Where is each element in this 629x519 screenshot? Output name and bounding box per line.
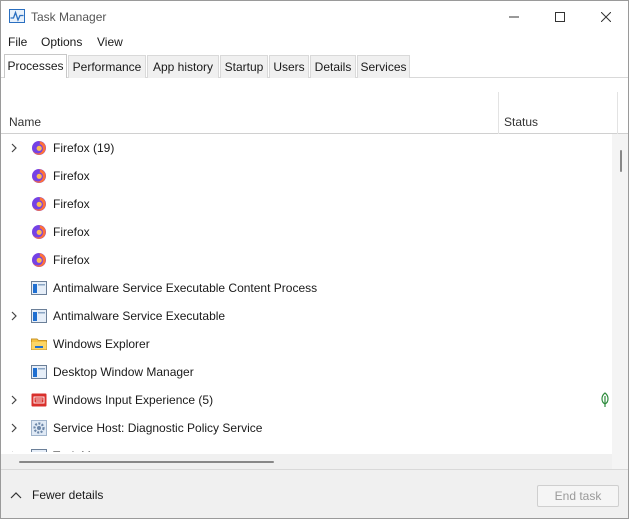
vertical-scrollbar[interactable] xyxy=(612,134,628,454)
process-name: Antimalware Service Executable xyxy=(53,309,226,323)
column-header-name[interactable]: Name xyxy=(9,115,41,129)
end-task-button[interactable]: End task xyxy=(537,485,619,507)
process-name: Firefox xyxy=(53,225,90,239)
chevron-right-icon[interactable] xyxy=(9,310,19,322)
column-header: Name Status xyxy=(1,92,628,134)
firefox-icon xyxy=(31,140,47,156)
title-bar[interactable]: Task Manager xyxy=(1,1,628,33)
chevron-right-icon[interactable] xyxy=(9,394,19,406)
process-row[interactable]: Firefox xyxy=(1,218,612,246)
process-row[interactable]: Desktop Window Manager xyxy=(1,358,612,386)
chevron-right-icon[interactable] xyxy=(9,450,19,452)
menu-options[interactable]: Options xyxy=(41,35,82,49)
fewer-details-label: Fewer details xyxy=(32,488,104,502)
process-name: Windows Input Experience (5) xyxy=(53,393,214,407)
gear-icon xyxy=(31,420,47,436)
service-window-icon xyxy=(31,308,47,324)
maximize-icon xyxy=(555,11,565,22)
horizontal-scrollbar[interactable] xyxy=(1,454,612,469)
tab-app-history[interactable]: App history xyxy=(147,55,219,78)
process-row[interactable]: Task Manager xyxy=(1,442,612,452)
service-window-icon xyxy=(31,364,47,380)
process-name: Windows Explorer xyxy=(53,337,150,351)
column-header-status[interactable]: Status xyxy=(504,115,538,129)
tab-startup[interactable]: Startup xyxy=(220,55,268,78)
menu-bar: File Options View xyxy=(1,33,628,53)
window-title: Task Manager xyxy=(31,10,107,24)
firefox-icon xyxy=(31,168,47,184)
tab-processes[interactable]: Processes xyxy=(4,54,67,78)
process-name: Service Host: Diagnostic Policy Service xyxy=(53,421,263,435)
tab-users[interactable]: Users xyxy=(269,55,309,78)
process-row[interactable]: Firefox xyxy=(1,246,612,274)
tab-performance[interactable]: Performance xyxy=(68,55,146,78)
chevron-right-icon[interactable] xyxy=(9,142,19,154)
horizontal-scroll-thumb[interactable] xyxy=(19,461,274,463)
tab-services[interactable]: Services xyxy=(357,55,410,78)
process-name: Task Manager xyxy=(53,449,128,452)
process-row[interactable]: Windows Explorer xyxy=(1,330,612,358)
task-manager-window: Task Manager File Options View Processes… xyxy=(0,0,629,519)
process-row[interactable]: Antimalware Service Executable Content P… xyxy=(1,274,612,302)
maximize-button[interactable] xyxy=(537,1,583,32)
firefox-icon xyxy=(31,224,47,240)
process-name: Firefox (19) xyxy=(53,141,115,155)
process-name: Antimalware Service Executable Content P… xyxy=(53,281,318,295)
tab-strip: Processes Performance App history Startu… xyxy=(1,54,628,78)
process-row[interactable]: Firefox (19) xyxy=(1,134,612,162)
close-button[interactable] xyxy=(583,1,628,32)
process-row[interactable]: Firefox xyxy=(1,190,612,218)
fewer-details-button[interactable]: Fewer details xyxy=(10,488,103,502)
folder-icon xyxy=(31,336,47,352)
service-window-icon xyxy=(31,448,47,452)
keyboard-icon xyxy=(31,392,47,408)
efficiency-leaf-icon xyxy=(599,392,611,408)
chevron-right-icon[interactable] xyxy=(9,422,19,434)
process-name: Desktop Window Manager xyxy=(53,365,194,379)
close-icon xyxy=(601,11,611,22)
firefox-icon xyxy=(31,252,47,268)
chevron-up-icon xyxy=(10,492,22,499)
minimize-button[interactable] xyxy=(491,1,537,32)
column-divider[interactable] xyxy=(617,92,618,134)
menu-view[interactable]: View xyxy=(97,35,123,49)
service-window-icon xyxy=(31,280,47,296)
minimize-icon xyxy=(509,16,519,17)
process-name: Firefox xyxy=(53,197,90,211)
process-list: Firefox (19) Firefox Firefox Firefox Firefox… xyxy=(1,134,612,452)
process-name: Firefox xyxy=(53,253,90,267)
menu-file[interactable]: File xyxy=(8,35,27,49)
task-manager-icon xyxy=(9,9,25,23)
process-row[interactable]: Windows Input Experience (5) xyxy=(1,386,612,414)
scrollbar-corner xyxy=(612,454,628,469)
process-row[interactable]: Service Host: Diagnostic Policy Service xyxy=(1,414,612,442)
vertical-scroll-thumb[interactable] xyxy=(620,150,622,172)
footer-bar: Fewer details End task xyxy=(1,469,628,518)
firefox-icon xyxy=(31,196,47,212)
tab-details[interactable]: Details xyxy=(310,55,356,78)
process-row[interactable]: Antimalware Service Executable xyxy=(1,302,612,330)
process-name: Firefox xyxy=(53,169,90,183)
column-divider[interactable] xyxy=(498,92,499,134)
process-row[interactable]: Firefox xyxy=(1,162,612,190)
